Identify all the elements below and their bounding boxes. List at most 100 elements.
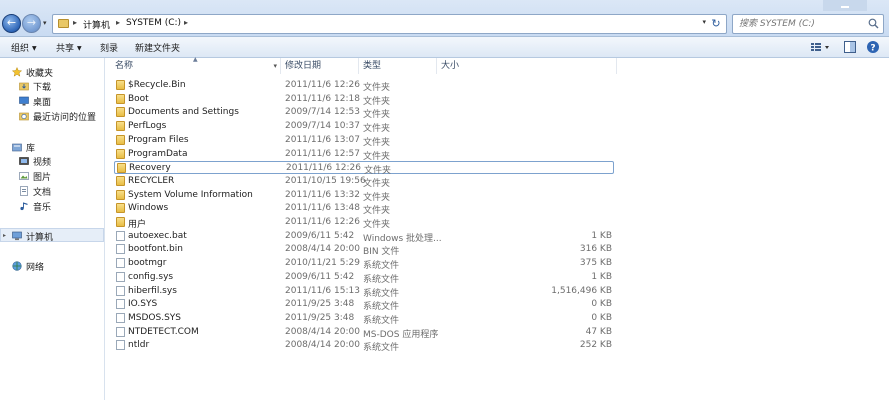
preview-pane-icon[interactable] [843,40,857,54]
downloads-folder-icon [19,82,29,91]
new-folder-button[interactable]: 新建文件夹 [135,41,180,54]
help-icon[interactable]: ? [866,40,880,54]
file-row[interactable]: Documents and Settings 2009/7/14 12:53 文件夹 [114,106,614,121]
breadcrumb-separator-icon[interactable]: ▸ [116,18,120,27]
organize-menu[interactable]: 组织 ▼ [11,41,37,54]
file-row[interactable]: NTDETECT.COM 2008/4/14 20:00 MS-DOS 应用程序 47… [114,326,614,340]
recent-pages-dropdown-icon[interactable]: ▾ [43,19,47,27]
sidebar-item-favorites[interactable]: 收藏夹 [0,65,104,79]
address-input[interactable]: ▸ 计算机 ▸ SYSTEM (C:) ▸ ▾ ↻ [52,14,727,34]
breadcrumb-computer[interactable]: 计算机 [83,18,110,31]
file-row[interactable]: RECYCLER 2011/10/15 19:56 文件夹 [114,175,614,189]
file-row[interactable]: config.sys 2009/6/11 5:42 系统文件 1 KB [114,271,614,285]
file-modified: 2011/10/15 19:56 [285,175,366,186]
file-icon [116,230,125,241]
file-row[interactable]: MSDOS.SYS 2011/9/25 3:48 系统文件 0 KB [114,312,614,326]
file-name: RECYCLER [128,175,175,186]
sidebar-item-computer[interactable]: ▸ 计算机 [0,228,104,243]
organize-label: 组织 [11,44,30,54]
folder-icon [116,148,125,159]
file-size: 1,516,496 KB [551,285,612,296]
file-type: BIN 文件 [363,247,400,258]
minimize-icon[interactable] [823,0,867,11]
address-bar-region: ← → ▾ ▸ 计算机 ▸ SYSTEM (C:) ▸ ▾ ↻ [0,0,889,37]
expand-icon[interactable]: ▸ [3,232,6,239]
file-modified: 2010/11/21 5:29 [285,258,360,269]
file-type: 文件夹 [363,137,391,148]
file-type: 文件夹 [363,206,391,217]
file-modified: 2009/7/14 10:37 [285,121,360,132]
file-size: 1 KB [591,230,612,241]
sidebar-item-pictures[interactable]: 图片 [0,169,104,183]
file-row[interactable]: $Recycle.Bin 2011/11/6 12:26 文件夹 [114,79,614,93]
refresh-icon[interactable]: ↻ [708,16,724,32]
file-row[interactable]: hiberfil.sys 2011/11/6 15:13 系统文件 1,516,496… [114,285,614,299]
file-row[interactable]: Windows 2011/11/6 13:48 文件夹 [114,202,614,217]
sidebar-item-network[interactable]: 网络 [0,259,104,273]
change-view-icon[interactable] [810,40,832,54]
sidebar-item-libraries[interactable]: 库 [0,140,104,154]
file-row[interactable]: PerfLogs 2009/7/14 10:37 文件夹 [114,120,614,134]
breadcrumb-separator-icon[interactable]: ▸ [73,18,77,27]
forward-button[interactable]: → [22,14,41,33]
back-button[interactable]: ← [2,14,21,33]
share-label: 共享 [56,44,75,54]
search-icon[interactable] [868,18,879,29]
file-row[interactable]: IO.SYS 2011/9/25 3:48 系统文件 0 KB [114,298,614,312]
file-name: hiberfil.sys [128,285,177,296]
burn-button[interactable]: 刻录 [100,41,118,54]
file-name: Documents and Settings [128,107,239,118]
column-header-type[interactable]: 类型 [359,58,437,74]
file-size: 252 KB [579,340,612,351]
sidebar-item-documents[interactable]: 文档 [0,184,104,198]
file-name: Windows [128,203,169,214]
computer-folder-icon [58,19,69,28]
breadcrumb-system-c[interactable]: SYSTEM (C:) [126,18,181,28]
column-header-size[interactable]: 大小 [437,58,617,74]
file-type: Windows 批处理... [363,233,442,244]
column-filter-dropdown-icon[interactable]: ▾ [273,58,277,74]
sidebar-item-downloads[interactable]: 下载 [0,79,104,93]
sidebar-item-label: 桌面 [33,98,52,108]
column-header-label: 大小 [441,61,460,71]
file-row[interactable]: Recovery 2011/11/6 12:26 文件夹 [114,161,614,176]
file-type: 文件夹 [363,110,391,121]
file-row[interactable]: bootmgr 2010/11/21 5:29 系统文件 375 KB [114,257,614,271]
file-modified: 2009/7/14 12:53 [285,107,360,118]
column-header-modified[interactable]: 修改日期 [281,58,359,74]
column-header-name[interactable]: 名称 ▾ [111,58,281,74]
sidebar-item-music[interactable]: 音乐 [0,199,104,213]
file-type: 文件夹 [363,220,391,230]
file-row[interactable]: bootfont.bin 2008/4/14 20:00 BIN 文件 316 KB [114,243,614,258]
file-row[interactable]: Program Files 2011/11/6 13:07 文件夹 [114,134,614,148]
file-icon [116,244,125,255]
file-name: ntldr [128,340,150,351]
documents-icon [20,186,28,196]
address-history-dropdown-icon[interactable]: ▾ [702,18,706,26]
breadcrumb-separator-icon[interactable]: ▸ [184,18,188,27]
sidebar-item-label: 音乐 [33,203,52,213]
file-size: 1 KB [591,271,612,282]
file-row[interactable]: ntldr 2008/4/14 20:00 系统文件 252 KB [114,339,614,353]
file-modified: 2011/11/6 15:13 [285,285,360,296]
sidebar-item-label: 下载 [33,83,52,93]
sidebar-item-videos[interactable]: 视频 [0,154,104,168]
file-name: Program Files [128,134,189,145]
file-row[interactable]: 用户 2011/11/6 12:26 文件夹 [114,216,614,230]
file-row[interactable]: ProgramData 2011/11/6 12:57 文件夹 [114,148,614,162]
search-box[interactable] [732,14,884,34]
file-modified: 2011/11/6 12:18 [285,93,360,104]
sidebar-item-desktop[interactable]: 桌面 [0,94,104,108]
folder-icon [116,217,125,227]
search-input[interactable] [733,15,863,33]
file-row[interactable]: Boot 2011/11/6 12:18 文件夹 [114,93,614,107]
sidebar-item-recent-places[interactable]: 最近访问的位置 [0,109,104,123]
file-row[interactable]: autoexec.bat 2009/6/11 5:42 Windows 批处理...… [114,230,614,244]
sidebar-item-label: 最近访问的位置 [33,113,97,123]
share-menu[interactable]: 共享 ▼ [56,41,82,54]
file-name: 用户 [128,220,147,230]
column-headers: ▲ 名称 ▾ 修改日期 类型 大小 [106,56,889,74]
file-row[interactable]: System Volume Information 2011/11/6 13:32… [114,189,614,203]
sidebar-item-label: 计算机 [26,233,54,243]
file-name: MSDOS.SYS [128,312,181,323]
